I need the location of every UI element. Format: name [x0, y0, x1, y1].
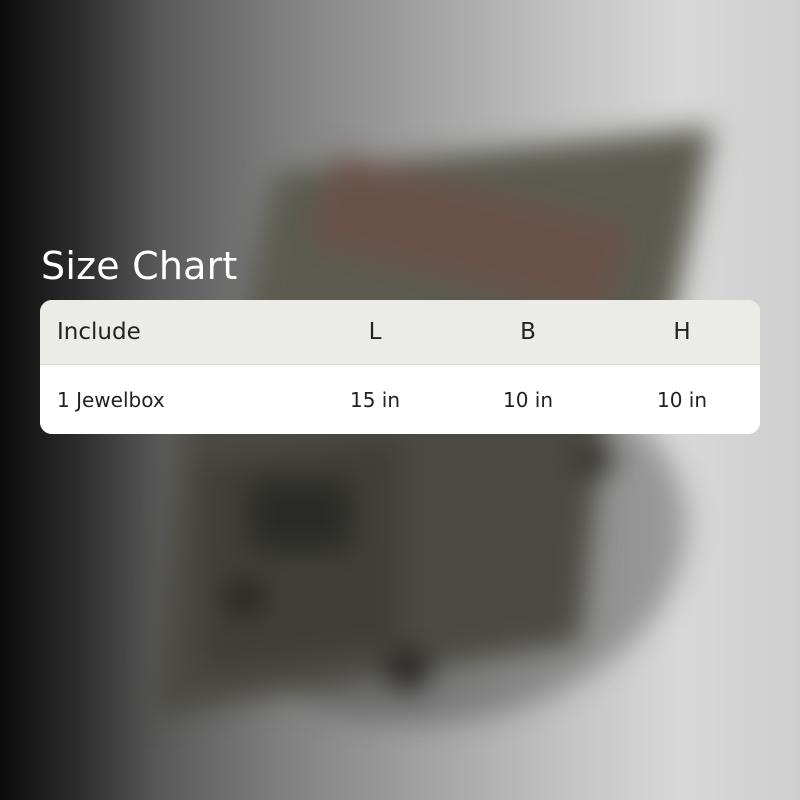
- table-header-row: Include L B H: [40, 300, 760, 365]
- table-row: 1 Jewelbox 15 in 10 in 10 in: [40, 365, 760, 434]
- jewelbox-foot: [385, 650, 430, 690]
- size-chart-graphic: Size Chart Include L B H 1 Jewelbox 15 i…: [0, 0, 800, 800]
- cell-item: 1 Jewelbox: [57, 387, 165, 412]
- jewelbox-foot: [225, 580, 265, 615]
- jewelbox-drawer: [250, 480, 350, 550]
- size-table: Include L B H 1 Jewelbox 15 in 10 in 10 …: [40, 300, 760, 434]
- header-height: H: [673, 319, 691, 345]
- header-length: L: [368, 319, 382, 345]
- header-include: Include: [57, 319, 141, 345]
- size-chart-title: Size Chart: [41, 244, 238, 288]
- cell-length: 15 in: [349, 387, 401, 412]
- header-breadth: B: [520, 319, 536, 345]
- cell-height: 10 in: [656, 387, 708, 412]
- jewelbox-front: [200, 435, 400, 675]
- jewelbox-foot: [575, 445, 615, 475]
- cell-breadth: 10 in: [502, 387, 554, 412]
